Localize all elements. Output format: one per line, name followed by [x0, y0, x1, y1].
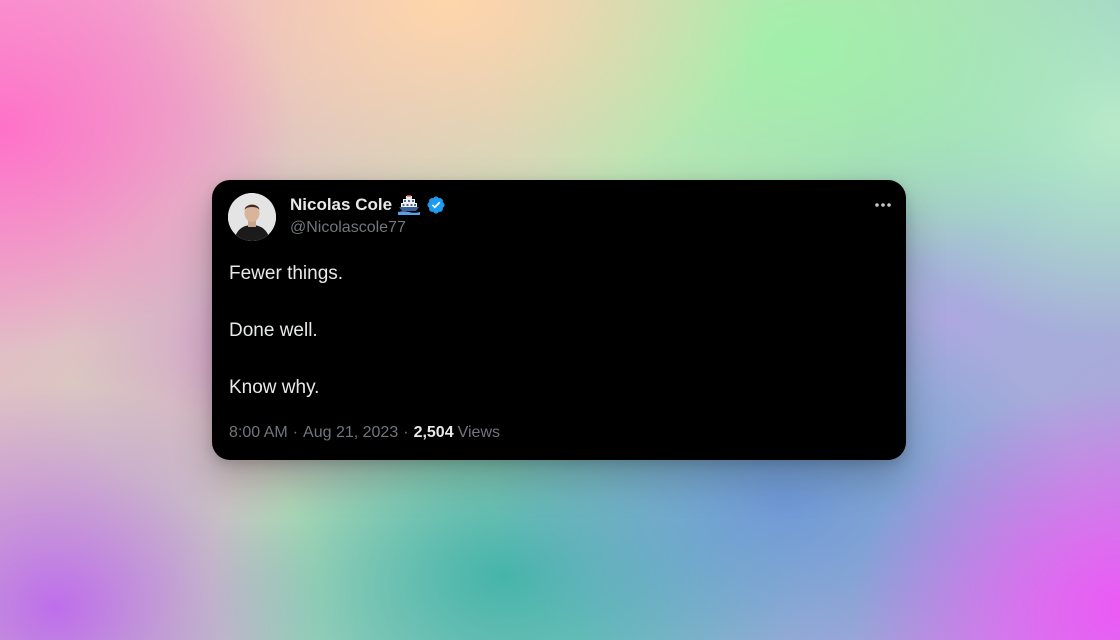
views-count: 2,504	[413, 424, 454, 441]
avatar-photo	[228, 193, 276, 241]
avatar[interactable]	[228, 193, 276, 241]
tweet-text: Fewer things. Done well. Know why.	[229, 262, 879, 400]
tweet-date[interactable]: Aug 21, 2023	[303, 423, 398, 443]
passenger-ship-emoji-icon	[398, 195, 421, 215]
more-options-button[interactable]	[870, 196, 896, 214]
verified-badge-icon[interactable]	[426, 195, 446, 215]
tweet-time[interactable]: 8:00 AM	[229, 423, 288, 443]
tweet-line: Know why.	[229, 377, 320, 398]
meta-separator: ·	[403, 424, 409, 441]
tweet-line: Fewer things.	[229, 263, 344, 284]
author-handle[interactable]: @Nicolascole77	[290, 219, 406, 237]
views-label: Views	[457, 424, 500, 441]
more-horizontal-icon	[875, 203, 891, 207]
author-line: Nicolas Cole	[290, 194, 446, 216]
tweet-line: Done well.	[229, 320, 318, 341]
tweet-meta: 8:00 AM · Aug 21, 2023 · 2,504 Views	[229, 423, 500, 443]
author-name[interactable]: Nicolas Cole	[290, 195, 392, 215]
meta-separator: ·	[292, 424, 299, 441]
